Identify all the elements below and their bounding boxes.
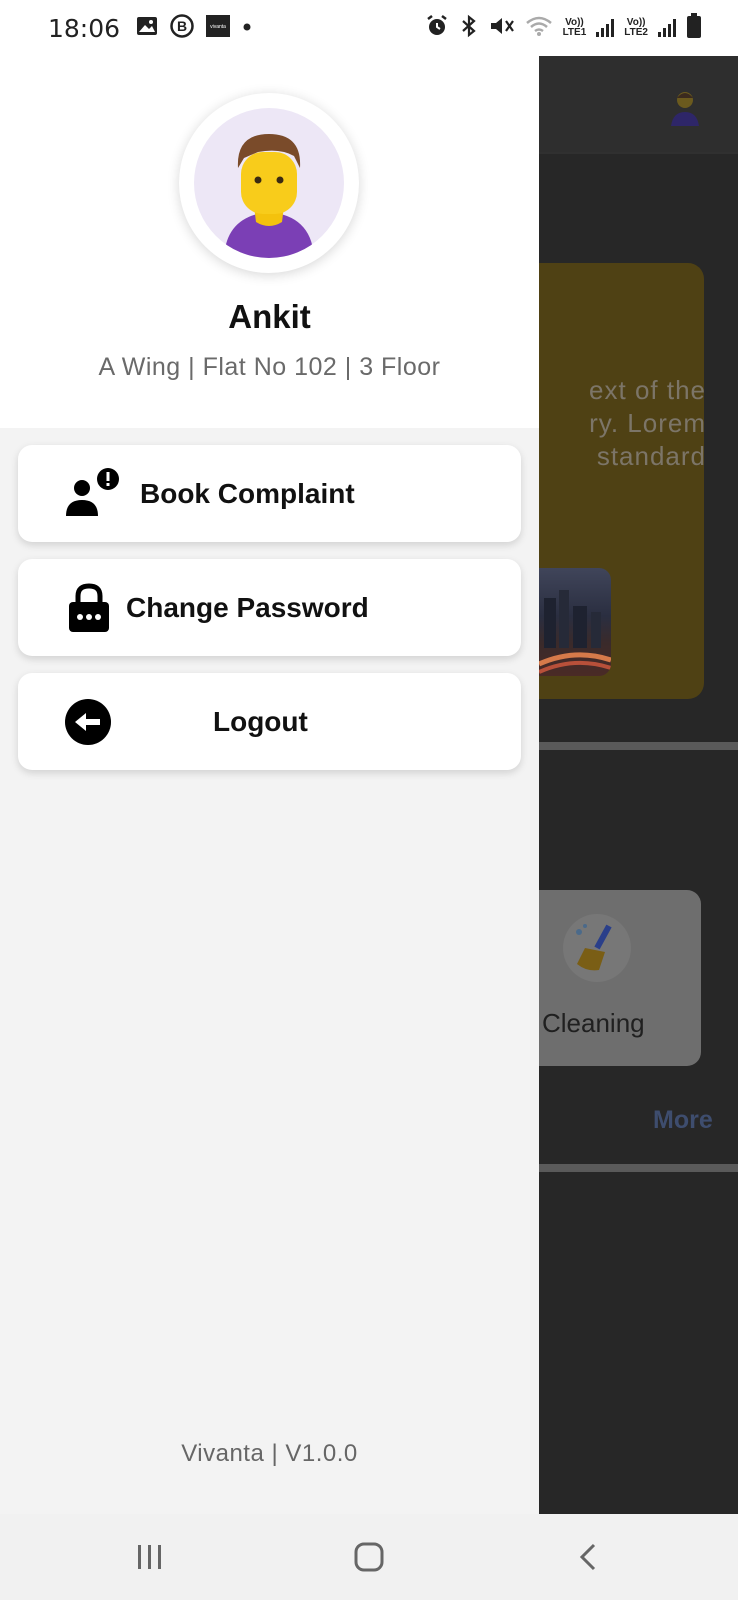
background-card-text-3: standard: [596, 441, 706, 471]
recents-button[interactable]: [110, 1527, 190, 1587]
change-password-button[interactable]: Change Password: [18, 559, 521, 656]
back-icon: [580, 1543, 596, 1571]
image-icon: [136, 16, 158, 41]
background-more-link: More: [653, 1106, 713, 1134]
background-topbar: [539, 56, 738, 154]
status-bar-left: 18:06 B vivanta: [48, 14, 252, 43]
recents-icon: [137, 1545, 161, 1569]
status-time: 18:06: [48, 13, 121, 43]
background-avatar-icon: [665, 86, 705, 126]
logout-button[interactable]: Logout: [18, 673, 521, 770]
user-avatar-icon: [224, 134, 314, 258]
change-password-label: Change Password: [126, 591, 369, 623]
status-bar: 18:06 B vivanta Vo)) LTE1 Vo)) LTE2: [0, 0, 738, 56]
avatar[interactable]: [179, 93, 359, 273]
user-alert-icon: [64, 467, 122, 520]
lock-icon: [68, 582, 110, 633]
background-service-label: Cleaning: [542, 1008, 645, 1038]
svg-text:B: B: [177, 18, 187, 34]
system-nav-bar: [0, 1514, 738, 1600]
background-card-text-1: ext of the: [589, 375, 706, 405]
background-divider-1: [539, 742, 738, 750]
avatar-image: [194, 108, 344, 258]
book-complaint-label: Book Complaint: [140, 477, 355, 509]
broom-icon: [563, 914, 631, 982]
battery-icon: [686, 12, 702, 44]
user-address: A Wing | Flat No 102 | 3 Floor: [98, 353, 441, 381]
background-divider-2: [539, 1164, 738, 1172]
lte2-bottom: LTE2: [624, 27, 648, 38]
status-bar-right: Vo)) LTE1 Vo)) LTE2: [425, 12, 702, 44]
background-card-text-2: ry. Lorem: [589, 408, 706, 438]
drawer-header: Ankit A Wing | Flat No 102 | 3 Floor: [0, 56, 539, 428]
lte1-bottom: LTE1: [562, 27, 587, 38]
user-name: Ankit: [228, 298, 311, 335]
home-icon: [354, 1542, 384, 1572]
signal-lte2-icon: Vo)) LTE2: [624, 18, 648, 38]
home-button[interactable]: [329, 1527, 409, 1587]
mute-icon: [489, 14, 515, 43]
app-icon-text: vivanta: [210, 24, 226, 30]
background-city-photo: [539, 568, 611, 676]
app-version: Vivanta | V1.0.0: [181, 1440, 358, 1467]
bluetooth-icon: [459, 14, 479, 43]
background-service-card: [539, 890, 701, 1066]
background-screen: ext of the ry. Lorem standard Cleaning M…: [539, 56, 738, 1514]
navigation-drawer: Ankit A Wing | Flat No 102 | 3 Floor Boo…: [0, 56, 539, 1514]
logout-arrow-icon: [64, 698, 112, 746]
book-complaint-button[interactable]: Book Complaint: [18, 445, 521, 542]
dot-icon: [242, 19, 252, 37]
b-badge-icon: B: [170, 13, 194, 43]
signal-bars-1-icon: [596, 19, 615, 37]
signal-bars-2-icon: [658, 19, 676, 37]
app-icon: vivanta: [206, 14, 231, 42]
logout-label: Logout: [213, 705, 308, 737]
signal-lte1-icon: Vo)) LTE1: [563, 18, 587, 38]
alarm-icon: [425, 14, 449, 43]
back-button[interactable]: [548, 1527, 628, 1587]
wifi-icon: [525, 14, 553, 43]
